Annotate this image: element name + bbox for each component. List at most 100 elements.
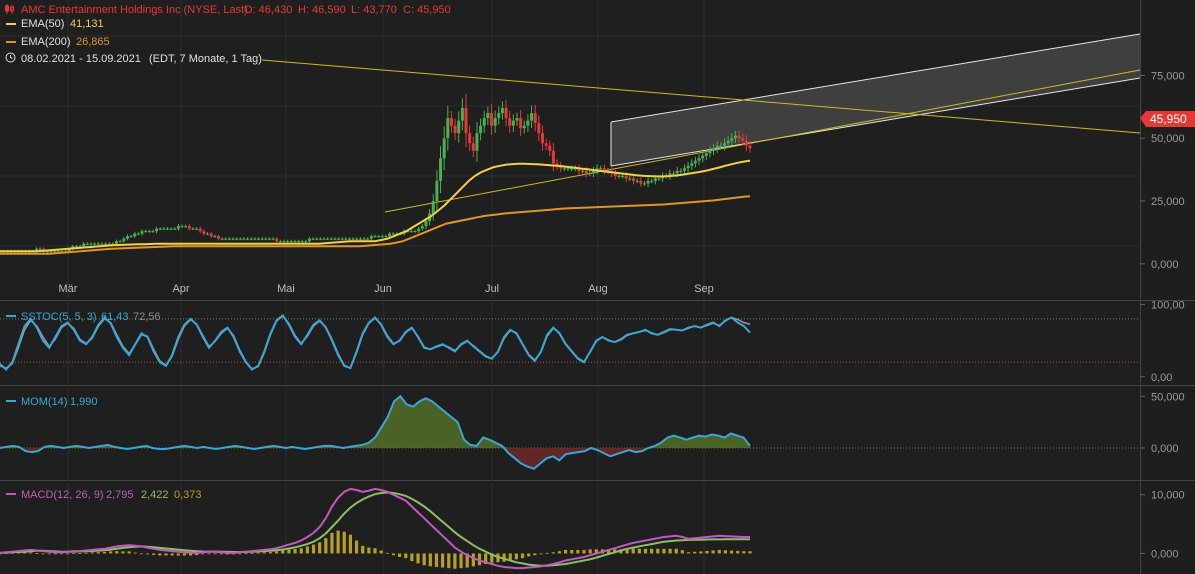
legend-entry: EMA(200): [21, 36, 71, 48]
candle-body: [515, 118, 519, 121]
candle-body: [439, 158, 443, 181]
ohlc-open: O: 46,430: [244, 4, 292, 16]
macd-histogram-bar: [158, 553, 162, 556]
candle-body: [326, 238, 330, 240]
macd-histogram-bar: [207, 553, 211, 555]
x-tick-label: Aug: [588, 283, 608, 295]
candle-body: [417, 228, 421, 232]
macd-histogram-bar: [742, 551, 746, 554]
candle-body: [307, 238, 311, 242]
candle-body: [249, 238, 253, 240]
candle-body: [85, 243, 89, 245]
candle-body: [508, 118, 512, 126]
macd-histogram-bar: [268, 552, 273, 554]
macd-histogram-bar: [78, 553, 82, 554]
macd-histogram-bar: [637, 548, 641, 554]
y-tick-label: 50,000: [1151, 391, 1185, 403]
macd-histogram-bar: [53, 553, 57, 555]
candle-body: [391, 233, 395, 235]
candle-body: [144, 231, 148, 233]
candle-body: [173, 228, 177, 230]
macd-histogram-bar: [520, 553, 525, 559]
macd-histogram-bar: [705, 550, 709, 554]
candle-body: [748, 145, 752, 149]
candle-body: [358, 238, 362, 240]
candle-body: [388, 233, 392, 237]
candle-body: [650, 180, 654, 182]
macd-histogram-bar: [145, 553, 150, 555]
macd-histogram-bar: [275, 551, 279, 554]
range-detail: (EDT, 7 Monate, 1 Tag): [149, 53, 262, 65]
x-tick-label: Mai: [277, 283, 295, 295]
legend-value: 72,56: [133, 311, 161, 323]
macd-histogram-bar: [533, 553, 537, 556]
legend-entry: MOM(14): [21, 396, 67, 408]
candle-body: [297, 241, 301, 243]
candle-body: [424, 221, 428, 227]
macd-histogram-bar: [281, 550, 285, 554]
stock-chart: 75,000 50,000 25,000 0,000 100,00 0,00 50,000 0…: [0, 0, 1195, 574]
candle-body: [147, 231, 151, 233]
macd-histogram-bar: [59, 553, 64, 555]
macd-histogram-bar: [256, 552, 260, 554]
macd-histogram-bar: [699, 551, 703, 554]
macd-histogram-bar: [201, 553, 205, 555]
macd-histogram-bar: [729, 550, 734, 554]
candle-body: [362, 238, 366, 240]
macd-histogram-bar: [527, 553, 531, 557]
macd-histogram-bar: [471, 553, 475, 567]
candle-body: [679, 170, 683, 172]
candle-body: [282, 241, 286, 243]
candle-body: [464, 108, 468, 134]
candle-body: [311, 238, 315, 240]
macd-histogram-bar: [109, 551, 113, 554]
candle-body: [530, 113, 534, 121]
candle-body: [540, 133, 544, 144]
y-tick-label: 25,000: [1151, 196, 1185, 208]
candle-body: [490, 113, 494, 126]
candle-body: [639, 180, 643, 184]
candle-body: [187, 226, 191, 229]
candle-body: [100, 243, 104, 245]
candle-body: [715, 145, 719, 149]
candle-body: [293, 241, 297, 243]
last-price-label: 45,950: [1150, 112, 1187, 126]
macd-histogram-bar: [262, 552, 266, 554]
candle-body: [486, 113, 490, 119]
macd-histogram-bar: [674, 548, 678, 554]
candle-body: [384, 236, 388, 238]
candle-body: [329, 238, 333, 240]
candle-body: [712, 148, 716, 151]
legend-entry: EMA(50): [21, 18, 64, 30]
candle-body: [286, 241, 290, 243]
candle-body: [380, 236, 384, 238]
macd-histogram-bar: [545, 552, 549, 554]
candle-body: [479, 125, 483, 134]
macd-histogram-bar: [723, 550, 728, 554]
macd-histogram-bar: [428, 553, 432, 567]
candle-body: [493, 118, 497, 126]
candle-body: [719, 145, 723, 147]
candle-body: [169, 228, 173, 230]
candle-body: [522, 125, 526, 129]
candle-body: [206, 233, 210, 235]
candle-body: [460, 108, 464, 121]
macd-histogram-bar: [391, 553, 396, 556]
macd-histogram-bar: [72, 552, 76, 554]
candle-body: [140, 231, 144, 234]
candle-body: [471, 143, 475, 151]
candle-body: [340, 238, 344, 240]
macd-histogram-bar: [330, 532, 334, 554]
candle-body: [723, 143, 727, 146]
candle-body: [446, 118, 450, 139]
macd-histogram-bar: [133, 552, 137, 554]
candle-body: [635, 180, 639, 182]
candle-body: [657, 178, 661, 180]
candle-body: [220, 238, 224, 240]
candle-body: [551, 150, 555, 164]
candle-body: [442, 138, 446, 159]
candle-body: [730, 138, 734, 141]
macd-histogram-bar: [35, 553, 39, 554]
candle-body: [260, 238, 264, 240]
macd-swatch: [6, 493, 16, 495]
